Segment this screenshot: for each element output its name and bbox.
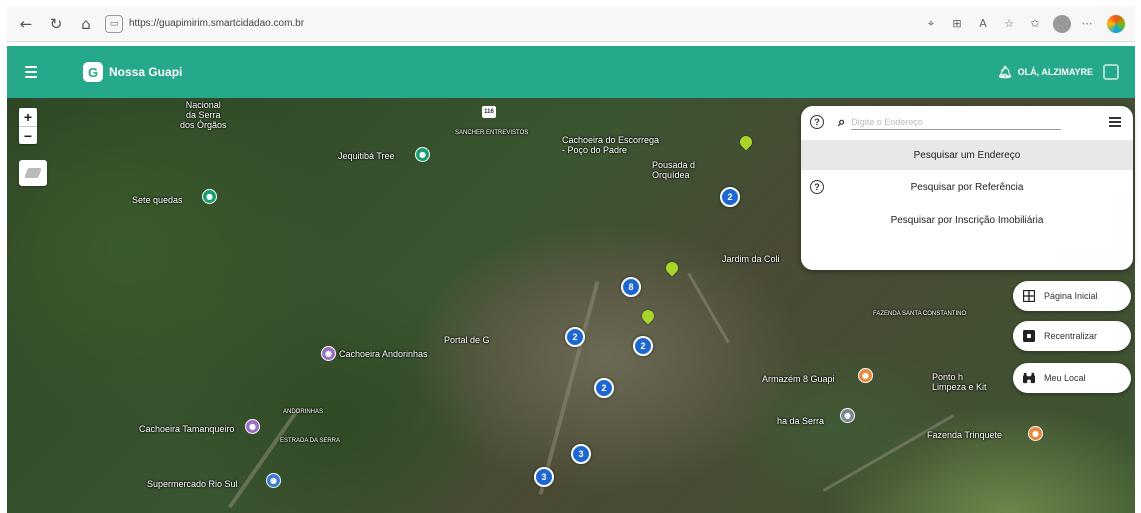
- search-icon: ⌕: [838, 114, 846, 130]
- map-label: Pousada d Orquídea: [652, 160, 696, 180]
- marker-cluster[interactable]: 2: [565, 327, 585, 347]
- address-bar[interactable]: ▭ https://guapimirim.smartcidadao.com.br: [105, 12, 345, 36]
- map-label: Cachoeira Andorinhas: [339, 349, 428, 359]
- search-option-reference[interactable]: Pesquisar por Referência: [801, 172, 1133, 202]
- search-row: ? ⌕: [801, 106, 1133, 138]
- map-label: SANCHER ENTREVISTOS: [455, 130, 529, 136]
- grid-icon: [1023, 290, 1035, 302]
- poi-restaurant-icon[interactable]: ●: [1028, 426, 1043, 441]
- map-pin-icon[interactable]: [737, 133, 755, 151]
- marker-cluster[interactable]: 3: [571, 444, 591, 464]
- highway-shield-icon: 116: [482, 106, 496, 118]
- map-label: ESTRADA DA SERRA: [280, 438, 341, 444]
- marker-cluster[interactable]: 2: [633, 336, 653, 356]
- marker-cluster[interactable]: 8: [621, 277, 641, 297]
- map-label: Cachoeira Tamanqueiro: [139, 424, 235, 434]
- url-text: https://guapimirim.smartcidadao.com.br: [129, 18, 305, 29]
- back-icon[interactable]: ←: [15, 13, 37, 35]
- profile-icon[interactable]: [1053, 14, 1071, 33]
- my-location-button[interactable]: Meu Local: [1013, 363, 1131, 393]
- brand-logo[interactable]: G Nossa Guapi: [83, 62, 182, 82]
- search-menu-icon[interactable]: [1109, 117, 1121, 127]
- user-greeting[interactable]: OLÁ, ALZIMAYRE: [1018, 67, 1093, 77]
- site-info-icon[interactable]: ▭: [105, 14, 123, 33]
- marker-cluster[interactable]: 2: [720, 187, 740, 207]
- grid-icon[interactable]: ⊞: [947, 14, 967, 34]
- poi-shop-icon[interactable]: ●: [266, 473, 281, 488]
- poi-place-icon[interactable]: ●: [840, 408, 855, 423]
- browser-toolbar: ← ↻ ⌂ ▭ https://guapimirim.smartcidadao.…: [7, 6, 1135, 42]
- logo-mark: G: [83, 62, 103, 82]
- help-icon[interactable]: ?: [810, 115, 824, 129]
- binoculars-icon: [1023, 372, 1035, 384]
- map-pin-icon[interactable]: [663, 259, 681, 277]
- marker-cluster[interactable]: 2: [594, 378, 614, 398]
- user-area: 🔔︎ OLÁ, ALZIMAYRE: [997, 64, 1135, 80]
- search-panel: ? ⌕ Pesquisar um Endereço ? Pesquisar po…: [801, 106, 1133, 270]
- map-label: FAZENDA SANTA CONSTANTINO: [873, 311, 967, 317]
- favorite-icon[interactable]: ☆: [999, 14, 1019, 34]
- map-label: Jequitibá Tree: [338, 151, 395, 161]
- map-label: Cachoeira do Escorrega - Poço do Padre: [562, 135, 660, 155]
- menu-icon[interactable]: [25, 60, 49, 84]
- screen: ← ↻ ⌂ ▭ https://guapimirim.smartcidadao.…: [0, 0, 1141, 513]
- recenter-label: Recentralizar: [1044, 331, 1098, 341]
- poi-tree-icon[interactable]: ●: [415, 147, 430, 162]
- copilot-icon[interactable]: [1107, 14, 1125, 33]
- zoom-out-button[interactable]: −: [19, 126, 37, 144]
- poi-waterfall-icon[interactable]: ●: [321, 346, 336, 361]
- poi-restaurant-icon[interactable]: ●: [858, 368, 873, 383]
- favorites-icon[interactable]: ✩: [1025, 14, 1045, 34]
- bell-icon[interactable]: 🔔︎: [997, 65, 1012, 79]
- my-location-label: Meu Local: [1044, 373, 1086, 383]
- search-option-registration[interactable]: Pesquisar por Inscrição Imobiliária: [801, 205, 1133, 235]
- map-label: Armazém 8 Guapi: [762, 374, 835, 384]
- zoom-in-button[interactable]: +: [19, 108, 37, 126]
- map-label: ANDORINHAS: [283, 409, 324, 415]
- map-pin-icon[interactable]: [639, 307, 657, 325]
- logout-icon[interactable]: [1103, 64, 1119, 80]
- app-header: G Nossa Guapi 🔔︎ OLÁ, ALZIMAYRE: [7, 46, 1135, 98]
- map-label: Fazenda Trinquete: [927, 430, 1003, 440]
- browser-actions: ⌖ ⊞ A ☆ ✩ ⋯: [915, 14, 1135, 34]
- map-label: ha da Serra: [777, 416, 825, 426]
- location-icon[interactable]: ⌖: [921, 14, 941, 34]
- marker-cluster[interactable]: 3: [534, 467, 554, 487]
- poi-waterfall-icon[interactable]: ●: [202, 189, 217, 204]
- more-icon[interactable]: ⋯: [1077, 14, 1097, 34]
- recenter-button[interactable]: Recentralizar: [1013, 321, 1131, 351]
- brand-name: Nossa Guapi: [109, 65, 183, 79]
- zoom-control: + −: [19, 108, 37, 144]
- recenter-icon: [1023, 330, 1035, 342]
- home-icon[interactable]: ⌂: [75, 13, 97, 35]
- refresh-icon[interactable]: ↻: [45, 13, 67, 35]
- map-label: Nacional da Serra dos Órgãos: [180, 100, 227, 130]
- search-option-address[interactable]: Pesquisar um Endereço: [801, 140, 1133, 170]
- home-page-button[interactable]: Página Inicial: [1013, 281, 1131, 311]
- map-label: Supermercado Rio Sul: [147, 479, 238, 489]
- map-label: Jardim da Coli: [722, 254, 780, 264]
- map-label: Portal de G: [444, 335, 490, 345]
- map-label: Sete quedas: [132, 195, 183, 205]
- address-search-input[interactable]: [851, 114, 1062, 130]
- poi-waterfall-icon[interactable]: ●: [245, 419, 260, 434]
- home-page-label: Página Inicial: [1044, 291, 1098, 301]
- map-label: Ponto h Limpeza e Kit: [932, 372, 987, 392]
- read-aloud-icon[interactable]: A: [973, 14, 993, 34]
- layers-icon[interactable]: [19, 160, 47, 186]
